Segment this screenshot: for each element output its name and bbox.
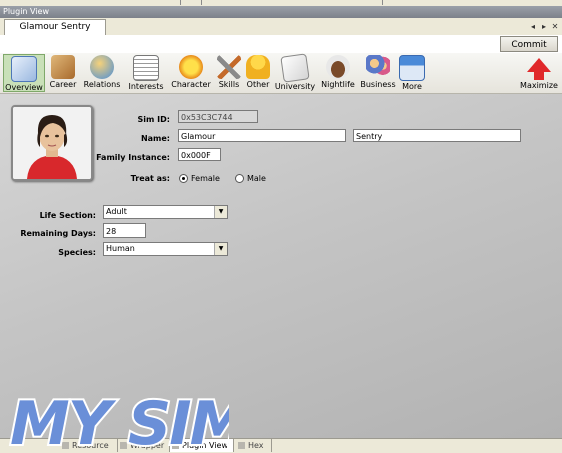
tool-label: Other — [246, 80, 270, 89]
overview-icon — [11, 56, 37, 82]
last-name-field[interactable]: Sentry — [353, 129, 521, 142]
first-name-field[interactable]: Glamour — [178, 129, 346, 142]
document-tab-row: Glamour Sentry ◂ ▸ ✕ — [0, 18, 562, 36]
tool-interests[interactable]: Interests — [126, 54, 166, 92]
remaining-days-label: Remaining Days: — [20, 229, 96, 238]
species-label: Species: — [58, 248, 96, 257]
male-radio[interactable] — [235, 174, 244, 183]
chevron-down-icon: ▼ — [214, 243, 227, 255]
tool-nightlife[interactable]: Nightlife — [319, 54, 357, 92]
tab-glamour-sentry[interactable]: Glamour Sentry — [4, 19, 106, 35]
commit-button[interactable]: Commit — [500, 36, 558, 52]
species-select[interactable]: Human ▼ — [103, 242, 228, 256]
male-radio-label: Male — [247, 174, 266, 183]
tab-scroll-left-icon[interactable]: ◂ — [528, 19, 538, 34]
tool-label: Relations — [83, 80, 121, 89]
tool-character[interactable]: Character — [170, 54, 212, 92]
window-title: Plugin View — [3, 7, 50, 16]
tool-label: Career — [49, 80, 77, 89]
interests-icon — [133, 55, 159, 81]
female-radio-label: Female — [191, 174, 220, 183]
university-icon — [280, 53, 310, 83]
tool-label: Character — [171, 80, 211, 89]
plugin-view-titlebar: Plugin View — [0, 6, 562, 18]
female-radio[interactable] — [179, 174, 188, 183]
character-icon — [179, 55, 203, 79]
tool-more[interactable]: More — [398, 54, 426, 92]
maximize-arrow-icon — [527, 58, 551, 72]
tool-label: More — [402, 82, 422, 91]
tab-hex[interactable]: Hex — [236, 439, 272, 452]
skills-icon — [217, 55, 241, 79]
tool-label: Nightlife — [321, 80, 355, 89]
family-instance-field[interactable]: 0x000F — [178, 148, 221, 161]
commit-bar: Commit — [0, 35, 562, 53]
sim-id-field: 0x53C3C744 — [178, 110, 258, 123]
name-label: Name: — [140, 134, 170, 143]
top-strip-segment — [0, 0, 181, 5]
life-section-select[interactable]: Adult ▼ — [103, 205, 228, 219]
business-icon — [366, 55, 390, 79]
watermark-text: MY SIMS — [10, 389, 229, 452]
career-icon — [51, 55, 75, 79]
tool-overview[interactable]: Overview — [3, 54, 45, 92]
tool-business[interactable]: Business — [359, 54, 397, 92]
sim-id-label: Sim ID: — [137, 115, 170, 124]
species-value: Human — [106, 244, 135, 253]
tool-career[interactable]: Career — [47, 54, 79, 92]
tool-label: Business — [360, 80, 396, 89]
tool-label: Skills — [218, 80, 240, 89]
tool-skills[interactable]: Skills — [215, 54, 243, 92]
tab-label: Glamour Sentry — [19, 22, 91, 32]
plugin-toolbar: Overview Career Relations Interests Char… — [0, 53, 562, 94]
maximize-button[interactable]: Maximize — [518, 54, 560, 92]
other-icon — [246, 55, 270, 79]
maximize-arrow-stem-icon — [534, 72, 544, 80]
treat-as-label: Treat as: — [130, 174, 170, 183]
tool-other[interactable]: Other — [244, 54, 272, 92]
my-sims-watermark-logo: MY SIMS — [8, 387, 229, 452]
life-section-label: Life Section: — [39, 211, 96, 220]
top-strip-segment — [181, 0, 202, 5]
hex-icon — [238, 442, 245, 449]
maximize-label: Maximize — [520, 81, 558, 90]
family-instance-label: Family Instance: — [96, 153, 170, 162]
sim-portrait-image — [13, 107, 91, 179]
life-section-value: Adult — [106, 207, 127, 216]
tool-university[interactable]: University — [274, 53, 316, 92]
more-icon — [399, 55, 425, 81]
tab-scroll-right-icon[interactable]: ▸ — [539, 19, 549, 34]
relations-icon — [90, 55, 114, 79]
nightlife-icon — [326, 55, 350, 79]
chevron-down-icon: ▼ — [214, 206, 227, 218]
remaining-days-field[interactable]: 28 — [103, 223, 146, 238]
tool-label: Interests — [128, 82, 164, 91]
sim-portrait — [11, 105, 93, 181]
tab-hex-label: Hex — [248, 441, 264, 450]
tool-label: University — [274, 82, 316, 91]
top-strip-segment — [202, 0, 383, 5]
tool-label: Overview — [5, 83, 43, 92]
close-icon[interactable]: ✕ — [550, 19, 560, 34]
tool-relations[interactable]: Relations — [82, 54, 122, 92]
